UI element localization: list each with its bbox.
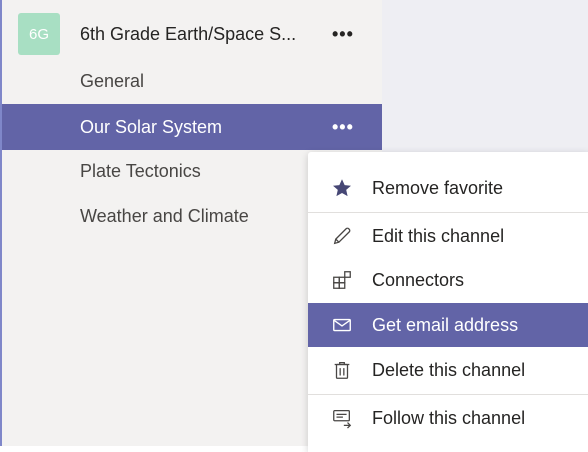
menu-item-remove-favorite[interactable]: Remove favorite	[308, 166, 588, 210]
menu-item-delete-channel[interactable]: Delete this channel	[308, 348, 588, 392]
pencil-icon	[331, 225, 353, 247]
menu-item-connectors[interactable]: Connectors	[308, 258, 588, 302]
menu-item-label: Follow this channel	[372, 407, 526, 428]
team-name: 6th Grade Earth/Space S...	[80, 23, 297, 44]
menu-item-label: Get email address	[372, 314, 519, 335]
menu-item-edit-channel[interactable]: Edit this channel	[308, 214, 588, 258]
connectors-icon	[331, 269, 353, 291]
menu-item-follow-channel[interactable]: Follow this channel	[308, 396, 588, 440]
menu-item-label: Edit this channel	[372, 225, 505, 246]
team-more-options-button[interactable]: •••	[332, 8, 354, 60]
channel-label: Weather and Climate	[80, 205, 249, 226]
menu-item-label: Delete this channel	[372, 359, 526, 380]
trash-icon	[331, 359, 353, 381]
menu-item-label: Remove favorite	[372, 177, 504, 198]
channel-label: General	[80, 70, 145, 91]
channel-more-options-button[interactable]: •••	[332, 104, 354, 150]
channel-label: Our Solar System	[80, 116, 223, 137]
follow-icon	[331, 407, 353, 429]
menu-divider	[308, 394, 588, 395]
envelope-icon	[331, 314, 353, 336]
channel-general[interactable]: General	[2, 58, 382, 104]
menu-item-get-email-address[interactable]: Get email address	[308, 303, 588, 347]
menu-divider	[308, 212, 588, 213]
channel-our-solar-system[interactable]: Our Solar System •••	[2, 104, 382, 150]
channel-context-menu: Remove favorite Edit this channel Connec…	[308, 152, 588, 452]
menu-item-label: Connectors	[372, 269, 465, 290]
team-avatar: 6G	[18, 13, 60, 55]
team-header[interactable]: 6G 6th Grade Earth/Space S... •••	[2, 8, 382, 60]
star-icon	[331, 177, 353, 199]
channel-label: Plate Tectonics	[80, 160, 201, 181]
